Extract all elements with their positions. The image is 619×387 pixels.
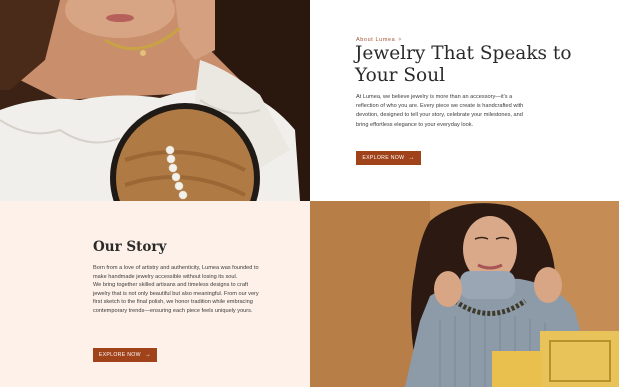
story-explore-button[interactable]: EXPLORE NOW → xyxy=(93,348,157,362)
story-panel: Our Story Born from a love of artistry a… xyxy=(0,201,310,387)
story-paragraph-2: We bring together skilled artisans and t… xyxy=(93,282,259,314)
about-panel: About Lumea ✧ Jewelry That Speaks to You… xyxy=(310,0,619,201)
model-photo-pearls-illustration xyxy=(0,0,310,201)
model-photo-sweater xyxy=(310,201,619,387)
about-explore-label: EXPLORE NOW xyxy=(362,155,405,161)
story-paragraph-1: Born from a love of artistry and authent… xyxy=(93,265,259,280)
about-body: At Lumea, we believe jewelry is more tha… xyxy=(356,94,524,128)
about-headline: Jewelry That Speaks to Your Soul xyxy=(355,43,572,86)
story-body: Born from a love of artistry and authent… xyxy=(93,264,263,316)
story-explore-label: EXPLORE NOW xyxy=(98,352,141,358)
about-story-section: About Lumea ✧ Jewelry That Speaks to You… xyxy=(0,0,619,387)
story-title: Our Story xyxy=(93,239,167,255)
about-explore-button[interactable]: EXPLORE NOW → xyxy=(356,151,421,165)
model-photo-sweater-illustration xyxy=(310,201,619,387)
arrow-right-icon: → xyxy=(408,155,415,161)
model-photo-pearls xyxy=(0,0,310,201)
arrow-right-icon: → xyxy=(144,352,152,358)
